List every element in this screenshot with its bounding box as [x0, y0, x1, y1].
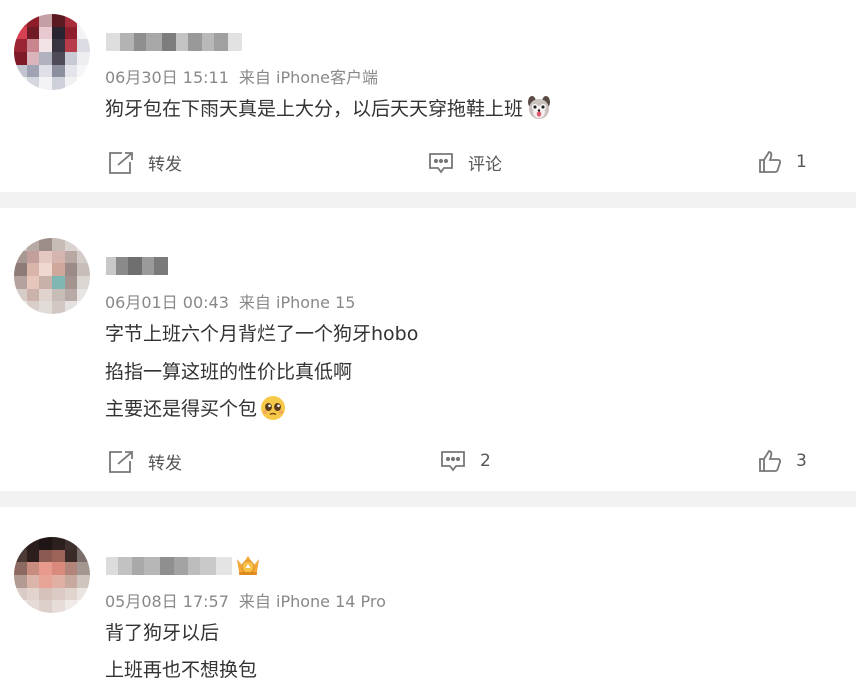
comment-label: 评论	[468, 155, 502, 175]
comment-text-line: 主要还是得买个包	[105, 394, 286, 421]
comment-meta: 06月30日 15:11 来自 iPhone客户端	[105, 64, 388, 88]
like-icon	[759, 450, 782, 472]
username-blurred[interactable]	[106, 257, 168, 275]
avatar[interactable]	[14, 537, 90, 613]
comment-text-line: 字节上班六个月背烂了一个狗牙hobo	[105, 323, 419, 345]
comment-text-line: 上班再也不想换包	[105, 659, 258, 681]
separator	[0, 491, 856, 507]
fan-badge-icon	[237, 556, 259, 575]
timestamp: 05月08日 17:57	[105, 592, 229, 611]
like-button[interactable]: 1	[758, 150, 807, 174]
like-count: 3	[796, 451, 807, 471]
comment-button[interactable]: 评论	[428, 150, 502, 175]
comment-text-line: 背了狗牙以后	[105, 622, 220, 644]
comment-card: 06月01日 00:43 来自 iPhone 15 字节上班六个月背烂了一个狗牙h…	[0, 208, 856, 491]
source-label: 来自 iPhone 15	[238, 293, 356, 312]
comment-text-line: 狗牙包在下雨天真是上大分，以后天天穿拖鞋上班	[105, 94, 552, 121]
comment-meta: 05月08日 17:57 来自 iPhone 14 Pro	[105, 588, 396, 612]
repost-button[interactable]: 转发	[108, 150, 182, 175]
comment-text-line: 掐指一算这班的性价比真低啊	[105, 361, 353, 383]
repost-label: 转发	[148, 155, 182, 175]
repost-button[interactable]: 转发	[108, 449, 182, 474]
comment-icon	[429, 152, 453, 173]
timestamp: 06月30日 15:11	[105, 68, 229, 87]
username-blurred[interactable]	[106, 557, 232, 575]
comment-icon	[441, 451, 465, 472]
pleading-face-emoji	[261, 395, 286, 420]
like-icon	[759, 151, 782, 173]
source-label: 来自 iPhone 14 Pro	[238, 592, 386, 611]
comment-card: 06月30日 15:11 来自 iPhone客户端 狗牙包在下雨天真是上大分，以后…	[0, 0, 856, 192]
comment-card: 05月08日 17:57 来自 iPhone 14 Pro 背了狗牙以后 上班再也…	[0, 507, 856, 696]
repost-icon	[109, 151, 133, 174]
avatar[interactable]	[14, 238, 90, 314]
comment-meta: 06月01日 00:43 来自 iPhone 15	[105, 289, 365, 313]
comment-count: 2	[480, 451, 491, 471]
avatar[interactable]	[14, 14, 90, 90]
like-button[interactable]: 3	[758, 449, 807, 473]
source-label: 来自 iPhone客户端	[238, 68, 379, 87]
surprised-dog-emoji	[528, 95, 551, 119]
comment-button[interactable]: 2	[440, 449, 491, 473]
timestamp: 06月01日 00:43	[105, 293, 229, 312]
separator	[0, 192, 856, 208]
like-count: 1	[796, 152, 807, 172]
repost-icon	[109, 450, 133, 473]
repost-label: 转发	[148, 454, 182, 474]
username-blurred[interactable]	[106, 33, 242, 51]
